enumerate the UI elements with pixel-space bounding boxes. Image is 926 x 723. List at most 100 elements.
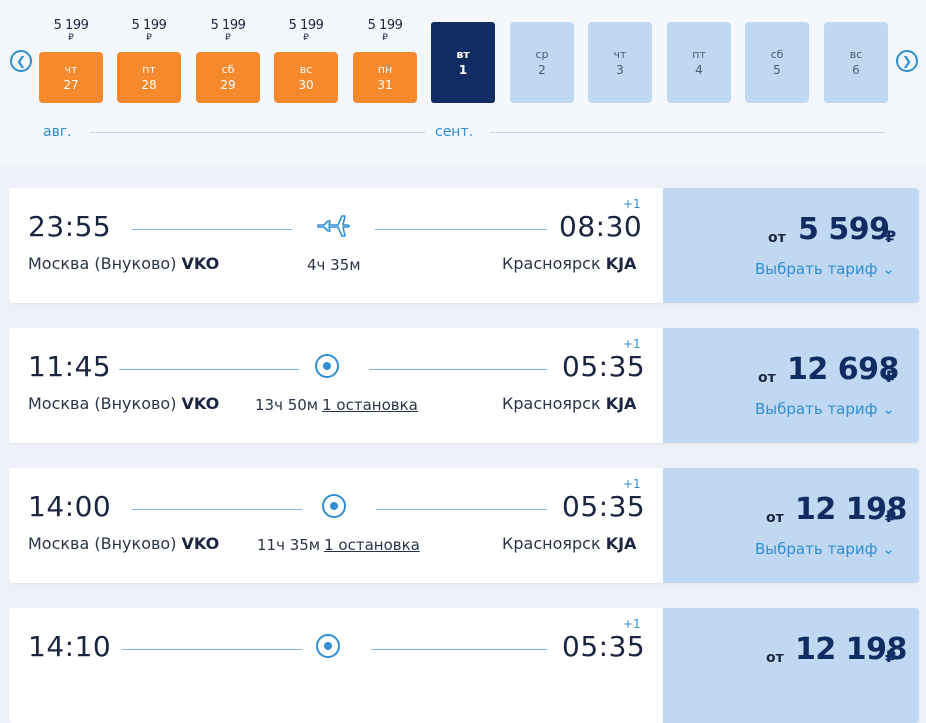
departure-time: 11:45 [28, 350, 112, 383]
select-tariff-label: Выбрать тариф [755, 540, 878, 558]
day-number: 30 [298, 77, 314, 92]
flight-card[interactable]: 14:10 +1 05:35 от 12 198 ₽ [9, 608, 919, 723]
stop-icon [316, 634, 340, 658]
day-of-week: чт [64, 62, 78, 76]
date-currency: ₽ [382, 33, 388, 43]
departure-city: Москва (Внуково) VKO [28, 254, 219, 273]
date-currency: ₽ [68, 33, 74, 43]
price-box[interactable]: от 5 599 ₽ Выбрать тариф ⌄ [663, 188, 919, 303]
plane-icon [317, 215, 350, 237]
arrival-time: 05:35 [562, 350, 646, 383]
price-box[interactable]: от 12 698 ₽ Выбрать тариф ⌄ [663, 328, 919, 443]
route-line [376, 509, 547, 510]
price-currency: ₽ [885, 227, 897, 246]
date-price: 5 199 [53, 18, 89, 33]
chevron-down-icon: ⌄ [882, 540, 895, 558]
date-tile[interactable]: вс 30 [274, 52, 338, 103]
day-number: 1 [458, 62, 468, 77]
arrival-time: 05:35 [562, 630, 646, 663]
departure-city-name: Москва (Внуково) [28, 254, 177, 273]
next-day-badge: +1 [623, 337, 641, 351]
day-number: 5 [773, 62, 781, 77]
day-of-week: вс [299, 62, 313, 76]
date-currency: ₽ [303, 33, 309, 43]
arrival-airport-code: KJA [605, 534, 637, 553]
duration-text: 11ч 35м [257, 536, 321, 554]
day-of-week: ср [535, 47, 549, 61]
flight-duration: 11ч 35м 1 остановка [257, 536, 420, 554]
price-amount: 5 599 [798, 212, 890, 247]
date-tile[interactable]: чт 27 [39, 52, 103, 103]
month-divider [490, 132, 885, 133]
day-number: 2 [538, 62, 546, 77]
duration-text: 4ч 35м [307, 256, 361, 274]
date-price: 5 199 [288, 18, 324, 33]
arrival-city-name: Красноярск [502, 534, 601, 553]
arrival-city: Красноярск KJA [502, 394, 636, 413]
arrival-city: Красноярск KJA [502, 254, 636, 273]
date-tile[interactable]: пт 4 [667, 22, 731, 103]
departure-time: 14:10 [28, 630, 112, 663]
flight-duration: 13ч 50м 1 остановка [255, 396, 418, 414]
route-line [371, 649, 547, 650]
departure-airport-code: VKO [181, 394, 220, 413]
date-price: 5 199 [367, 18, 403, 33]
price-box[interactable]: от 12 198 ₽ [663, 608, 919, 723]
date-currency: ₽ [146, 33, 152, 43]
arrival-airport-code: KJA [605, 254, 637, 273]
select-tariff-link[interactable]: Выбрать тариф ⌄ [755, 260, 895, 278]
route-line [369, 369, 547, 370]
chevron-down-icon: ⌄ [882, 400, 895, 418]
price-currency: ₽ [885, 507, 897, 526]
day-number: 27 [63, 77, 79, 92]
month-label-aug: авг. [43, 124, 72, 140]
date-tile[interactable]: ср 2 [510, 22, 574, 103]
day-of-week: пт [692, 47, 706, 61]
next-day-badge: +1 [623, 617, 641, 631]
select-tariff-label: Выбрать тариф [755, 260, 878, 278]
date-tile[interactable]: чт 3 [588, 22, 652, 103]
chevron-left-icon[interactable]: ❮ [10, 50, 32, 72]
day-number: 3 [616, 62, 624, 77]
date-tile[interactable]: пт 28 [117, 52, 181, 103]
duration-text: 13ч 50м [255, 396, 319, 414]
price-prefix: от [766, 650, 784, 666]
price-prefix: от [768, 230, 786, 246]
day-of-week: вс [849, 47, 863, 61]
date-tile[interactable]: сб 5 [745, 22, 809, 103]
stops-link[interactable]: 1 остановка [322, 396, 418, 414]
departure-city: Москва (Внуково) VKO [28, 394, 219, 413]
date-currency: ₽ [225, 33, 231, 43]
month-divider [90, 132, 425, 133]
route-line [375, 229, 547, 230]
departure-city: Москва (Внуково) VKO [28, 534, 219, 553]
date-tile[interactable]: вс 6 [824, 22, 888, 103]
stop-icon [315, 354, 339, 378]
flight-card[interactable]: 23:55 +1 08:30 Москва (Внуково) VKO 4ч 3… [9, 188, 919, 303]
day-number: 31 [377, 77, 393, 92]
date-price: 5 199 [131, 18, 167, 33]
flight-duration: 4ч 35м [307, 256, 361, 274]
date-tile[interactable]: вт 1 [431, 22, 495, 103]
select-tariff-link[interactable]: Выбрать тариф ⌄ [755, 540, 895, 558]
departure-time: 14:00 [28, 490, 112, 523]
flight-card[interactable]: 14:00 +1 05:35 Москва (Внуково) VKO 11ч … [9, 468, 919, 583]
date-tile[interactable]: пн 31 [353, 52, 417, 103]
select-tariff-link[interactable]: Выбрать тариф ⌄ [755, 400, 895, 418]
day-number: 29 [220, 77, 236, 92]
chevron-down-icon: ⌄ [882, 260, 895, 278]
month-label-sep: сент. [435, 124, 474, 140]
day-of-week: чт [613, 47, 627, 61]
departure-time: 23:55 [28, 210, 112, 243]
select-tariff-label: Выбрать тариф [755, 400, 878, 418]
route-line [119, 369, 299, 370]
stops-link[interactable]: 1 остановка [324, 536, 420, 554]
chevron-right-icon[interactable]: ❯ [896, 50, 918, 72]
price-box[interactable]: от 12 198 ₽ Выбрать тариф ⌄ [663, 468, 919, 583]
arrival-city: Красноярск KJA [502, 534, 636, 553]
departure-airport-code: VKO [181, 254, 220, 273]
flight-card[interactable]: 11:45 +1 05:35 Москва (Внуково) VKO 13ч … [9, 328, 919, 443]
price-currency: ₽ [885, 367, 897, 386]
day-of-week: сб [221, 62, 235, 76]
date-tile[interactable]: сб 29 [196, 52, 260, 103]
